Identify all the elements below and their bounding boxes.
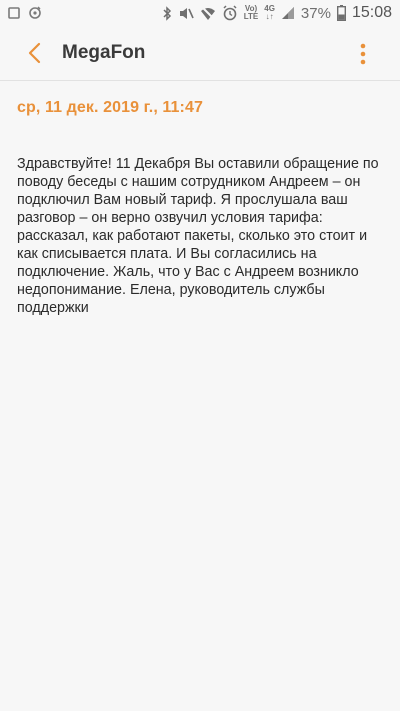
network-type-indicator: 4G ↓↑ bbox=[264, 5, 275, 21]
status-bar: Vo) LTE 4G ↓↑ 37% 15:08 bbox=[0, 0, 400, 26]
message-date: ср, 11 дек. 2019 г., 11:47 bbox=[17, 99, 203, 116]
wifi-off-icon bbox=[200, 5, 216, 21]
sync-icon bbox=[28, 6, 42, 20]
signal-arrows-icon: ↓↑ bbox=[265, 12, 274, 21]
back-button[interactable] bbox=[14, 33, 54, 73]
alarm-icon bbox=[222, 5, 238, 21]
chevron-left-icon bbox=[28, 42, 41, 64]
status-left bbox=[8, 6, 42, 20]
app-bar: MegaFon bbox=[0, 26, 400, 81]
message-content: ср, 11 дек. 2019 г., 11:47 Здравствуйте!… bbox=[0, 81, 400, 317]
status-right: Vo) LTE 4G ↓↑ 37% 15:08 bbox=[162, 4, 392, 22]
bluetooth-icon bbox=[162, 5, 172, 21]
message-body[interactable]: Здравствуйте! 11 Декабря Вы оставили обр… bbox=[17, 155, 383, 317]
battery-icon bbox=[336, 5, 346, 21]
notification-icon bbox=[8, 7, 20, 19]
conversation-title: MegaFon bbox=[62, 42, 146, 63]
more-options-button[interactable] bbox=[348, 34, 378, 74]
volte-indicator: Vo) LTE bbox=[244, 5, 259, 21]
battery-percentage: 37% bbox=[300, 4, 331, 22]
mute-icon bbox=[178, 6, 194, 21]
lte-label: LTE bbox=[243, 12, 259, 21]
screen: Vo) LTE 4G ↓↑ 37% 15:08 MegaFon ср, 11 д… bbox=[0, 0, 400, 711]
clock-time: 15:08 bbox=[351, 4, 392, 21]
more-vertical-icon bbox=[360, 43, 366, 65]
signal-icon bbox=[281, 6, 295, 20]
